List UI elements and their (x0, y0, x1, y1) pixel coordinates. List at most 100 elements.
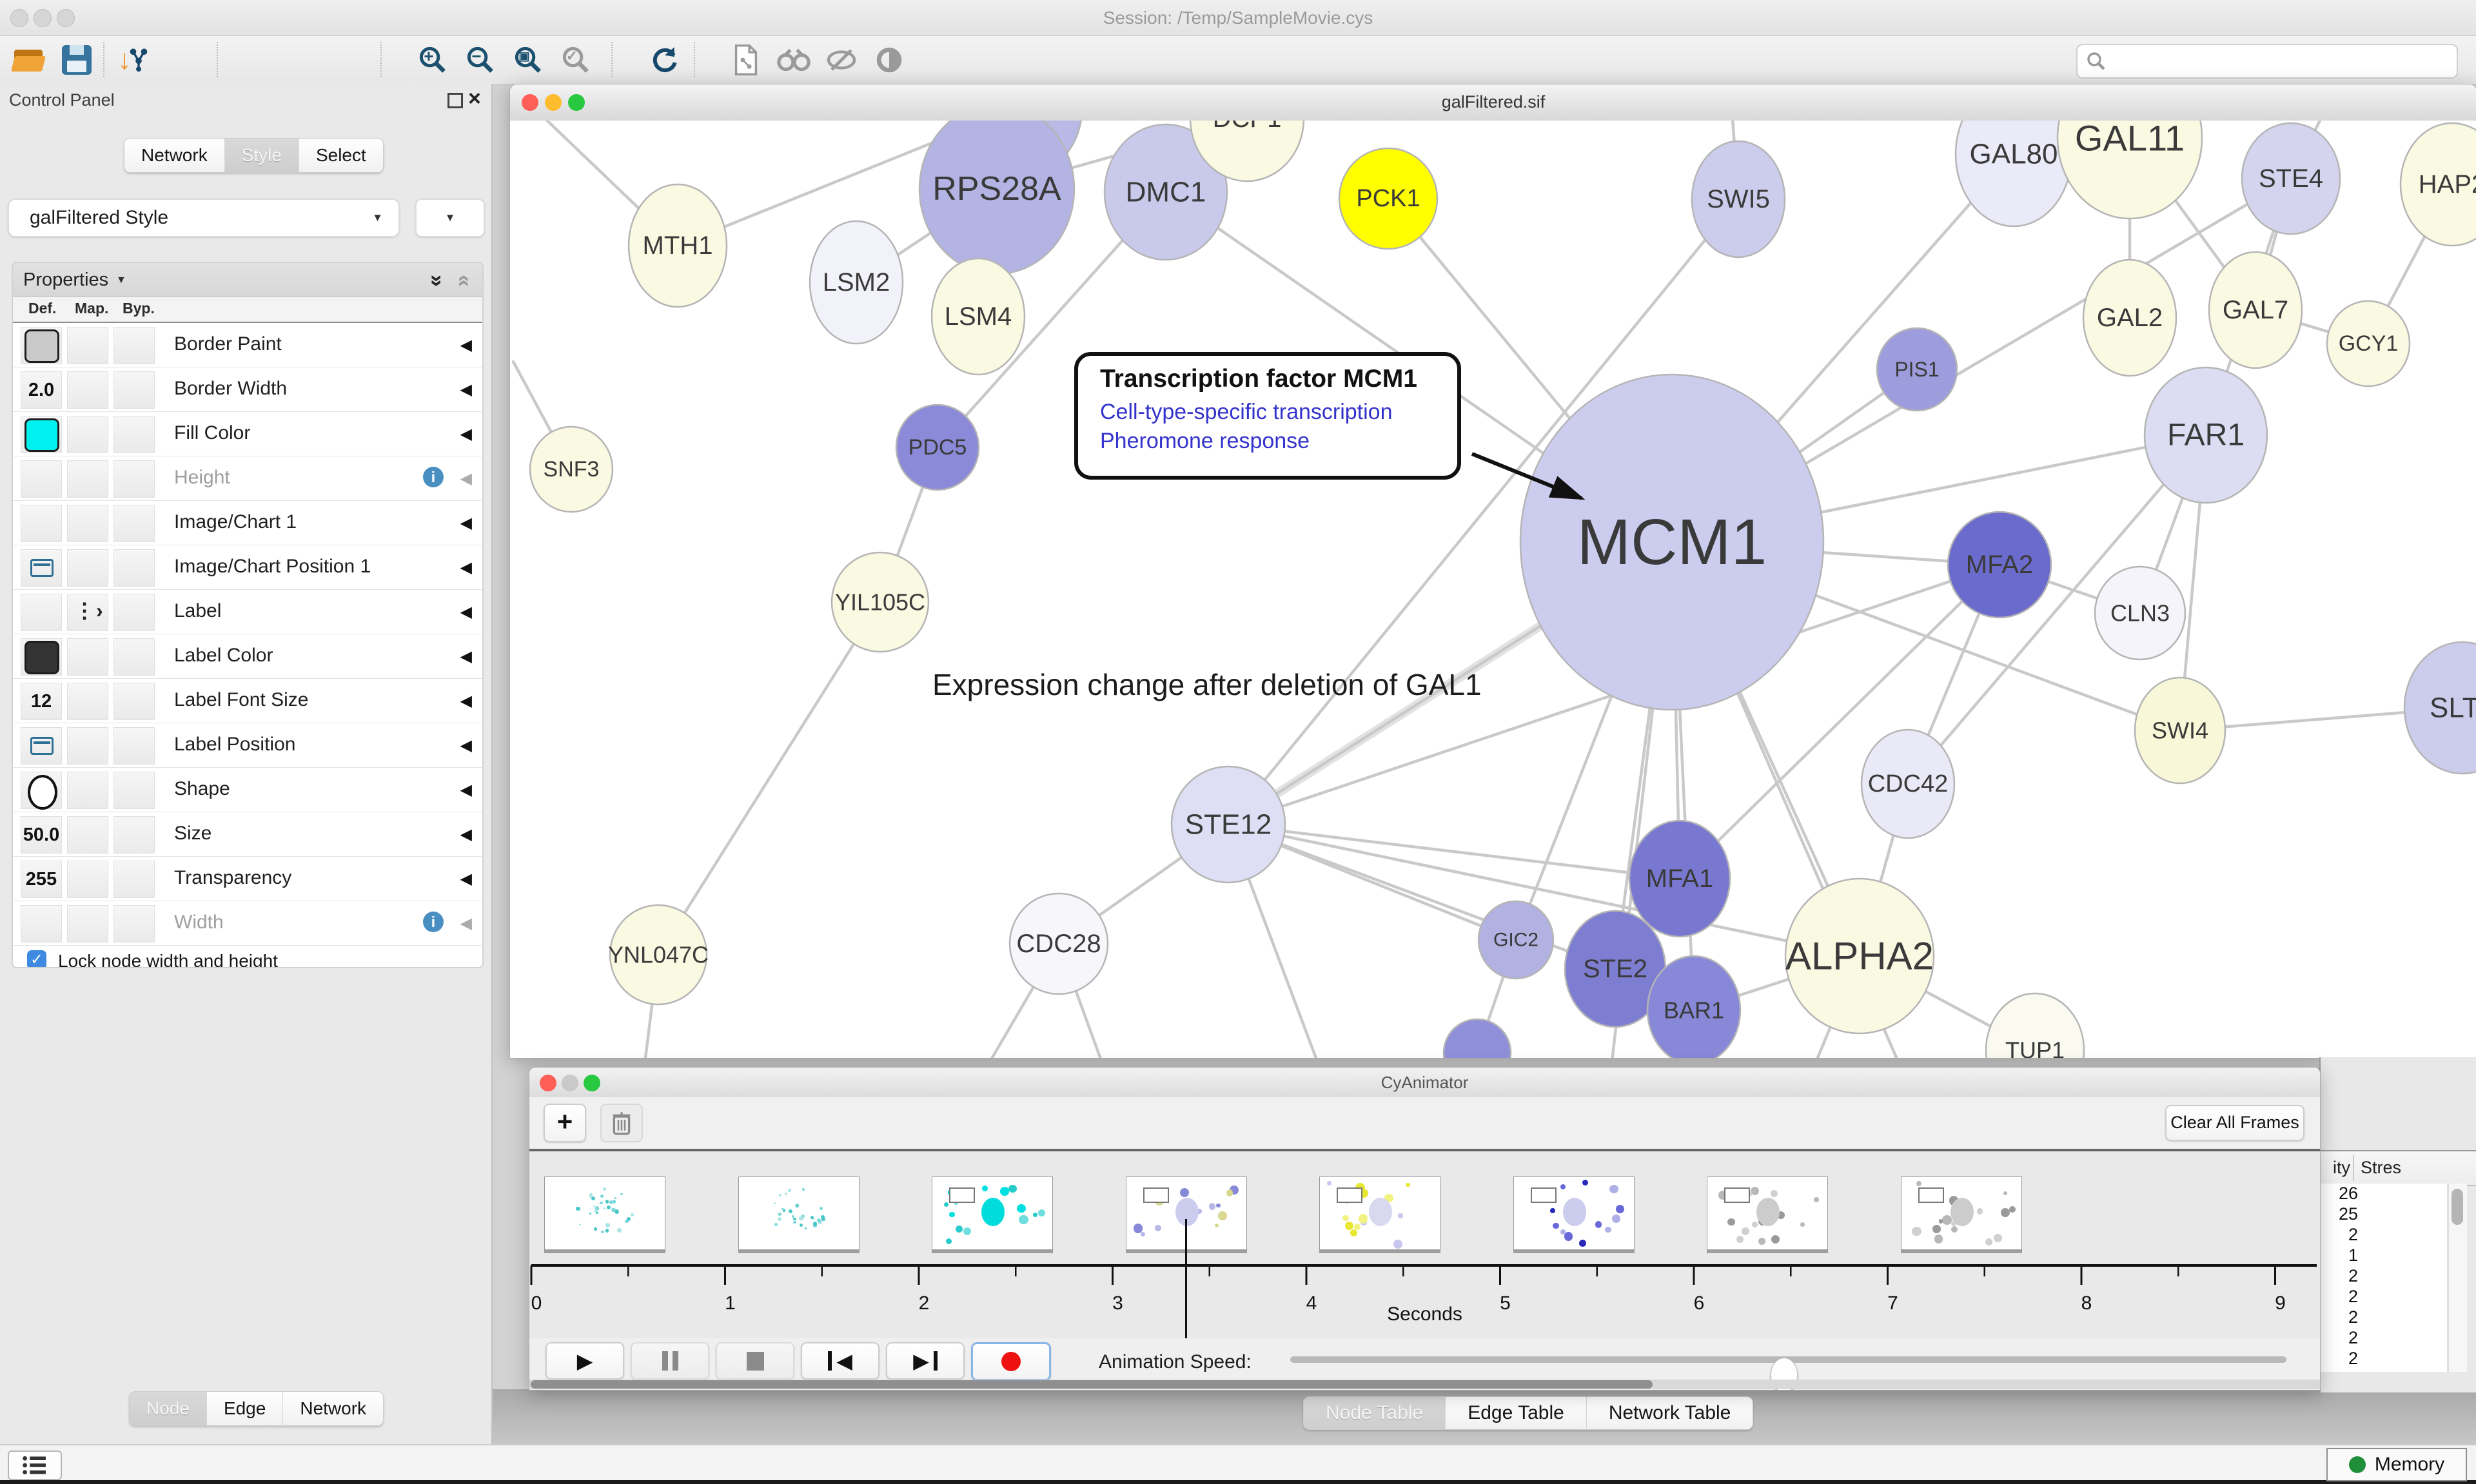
property-row[interactable]: 12Label Font Size◀ (13, 679, 482, 723)
search-box[interactable] (2076, 44, 2458, 79)
expand-property-icon[interactable]: ◀ (460, 558, 472, 577)
hide-details-eye-icon[interactable] (821, 41, 861, 79)
property-row[interactable]: 255Transparency◀ (13, 857, 482, 901)
property-row[interactable]: Image/Chart 1◀ (13, 501, 482, 545)
frame-thumbnail[interactable] (1319, 1176, 1440, 1253)
animation-speed-slider[interactable] (1290, 1356, 2286, 1363)
save-icon[interactable] (57, 41, 97, 79)
table-row[interactable]: 2 (2321, 1349, 2447, 1369)
bypass-cell[interactable] (113, 816, 155, 854)
expand-property-icon[interactable]: ◀ (460, 914, 472, 933)
network-window-titlebar[interactable]: galFiltered.sif (510, 84, 2476, 121)
table-row[interactable]: 2 (2321, 1266, 2447, 1287)
delete-frame-button[interactable] (600, 1104, 643, 1142)
property-row[interactable]: ⋮›Label◀ (13, 590, 482, 634)
bypass-cell[interactable] (113, 772, 155, 809)
default-value-cell[interactable] (21, 460, 62, 498)
bypass-cell[interactable] (113, 861, 155, 898)
default-value-cell[interactable] (21, 416, 62, 453)
bypass-cell[interactable] (113, 594, 155, 631)
close-panel-icon[interactable]: × (468, 86, 481, 112)
tab-style[interactable]: Style (224, 139, 299, 172)
annotation-link-2[interactable]: Pheromone response (1100, 429, 1457, 454)
bypass-cell[interactable] (113, 460, 155, 498)
expand-property-icon[interactable]: ◀ (460, 603, 472, 621)
default-value-cell[interactable] (21, 594, 62, 631)
table-row[interactable]: 2 (2321, 1307, 2447, 1328)
frame-thumbnail[interactable] (1513, 1176, 1635, 1253)
open-folder-icon[interactable] (9, 41, 49, 79)
default-value-cell[interactable] (21, 327, 62, 364)
property-row[interactable]: 2.0Border Width◀ (13, 367, 482, 412)
table-row[interactable]: 1 (2321, 1245, 2447, 1266)
table-row[interactable]: 25 (2321, 1204, 2447, 1225)
mapping-cell[interactable] (67, 505, 108, 542)
mapping-cell[interactable] (67, 371, 108, 409)
property-row[interactable]: Heighti◀ (13, 456, 482, 501)
default-value-cell[interactable]: 12 (21, 683, 62, 720)
scrollbar-thumb[interactable] (531, 1380, 1653, 1389)
mapping-cell[interactable] (67, 861, 108, 898)
search-input[interactable] (2106, 51, 2448, 72)
pause-button[interactable] (631, 1342, 709, 1380)
property-row[interactable]: Fill Color◀ (13, 412, 482, 456)
mapping-cell[interactable] (67, 460, 108, 498)
table-row[interactable]: 2 (2321, 1287, 2447, 1307)
mapping-cell[interactable] (67, 816, 108, 854)
scrollbar-thumb[interactable] (2451, 1189, 2463, 1225)
expand-all-icon[interactable]: » (424, 275, 449, 287)
table-row[interactable]: 2 (2321, 1225, 2447, 1245)
zoom-selected-icon[interactable]: ✓ (556, 41, 596, 79)
bypass-cell[interactable] (113, 549, 155, 587)
bypass-cell[interactable] (113, 371, 155, 409)
property-row[interactable]: Border Paint◀ (13, 323, 482, 367)
zoom-fit-icon[interactable]: ▣ (508, 41, 548, 79)
bypass-cell[interactable] (113, 505, 155, 542)
default-value-cell[interactable] (21, 772, 62, 809)
bypass-cell[interactable] (113, 416, 155, 453)
frame-thumbnail[interactable] (1901, 1176, 2022, 1253)
property-row[interactable]: Widthi◀ (13, 901, 482, 946)
expand-property-icon[interactable]: ◀ (460, 336, 472, 355)
expand-property-icon[interactable]: ◀ (460, 736, 472, 755)
skip-to-end-button[interactable]: ▶ (886, 1342, 965, 1380)
frame-thumbnail[interactable] (544, 1176, 665, 1253)
default-value-cell[interactable] (21, 727, 62, 765)
property-row[interactable]: Label Position◀ (13, 723, 482, 768)
mapping-cell[interactable] (67, 727, 108, 765)
frame-thumbnail[interactable] (738, 1176, 860, 1253)
add-frame-button[interactable]: + (544, 1104, 586, 1142)
table-tab-network-table[interactable]: Network Table (1586, 1397, 1753, 1429)
default-value-cell[interactable]: 2.0 (21, 371, 62, 409)
timeline-playhead[interactable] (1185, 1219, 1187, 1349)
style-tab-edge[interactable]: Edge (206, 1392, 282, 1425)
property-row[interactable]: 50.0Size◀ (13, 812, 482, 857)
table-row[interactable]: 2 (2321, 1328, 2447, 1349)
bypass-cell[interactable] (113, 327, 155, 364)
stop-button[interactable] (716, 1342, 794, 1380)
mapping-cell[interactable] (67, 772, 108, 809)
network-canvas[interactable]: RPS28BRPS28ADMC1DCP1PCK1MTH1LSM2LSM4SNF3… (510, 121, 2476, 1058)
frame-thumbnail[interactable] (932, 1176, 1053, 1253)
network-graph[interactable]: RPS28BRPS28ADMC1DCP1PCK1MTH1LSM2LSM4SNF3… (510, 121, 2476, 1058)
table-tab-edge-table[interactable]: Edge Table (1445, 1397, 1586, 1429)
mapping-cell[interactable] (67, 416, 108, 453)
task-history-button[interactable] (8, 1450, 62, 1480)
annotation-link-1[interactable]: Cell-type-specific transcription (1100, 400, 1457, 425)
collapse-all-icon[interactable]: » (450, 275, 475, 287)
network-annotation[interactable]: Transcription factor MCM1 Cell-type-spec… (1074, 352, 1461, 480)
default-value-cell[interactable]: 50.0 (21, 816, 62, 854)
clear-all-frames-button[interactable]: Clear All Frames (2165, 1105, 2304, 1141)
mapping-cell[interactable] (67, 905, 108, 942)
expand-property-icon[interactable]: ◀ (460, 469, 472, 488)
expand-property-icon[interactable]: ◀ (460, 425, 472, 444)
table-tab-node-table[interactable]: Node Table (1304, 1397, 1445, 1429)
property-row[interactable]: Label Color◀ (13, 634, 482, 679)
style-selector[interactable]: galFiltered Style ▼ (8, 199, 400, 237)
frame-thumbnail[interactable] (1707, 1176, 1828, 1253)
default-value-cell[interactable]: 255 (21, 861, 62, 898)
render-circle-icon[interactable] (869, 41, 909, 79)
property-row[interactable]: Shape◀ (13, 768, 482, 812)
default-value-cell[interactable] (21, 638, 62, 676)
bypass-cell[interactable] (113, 905, 155, 942)
